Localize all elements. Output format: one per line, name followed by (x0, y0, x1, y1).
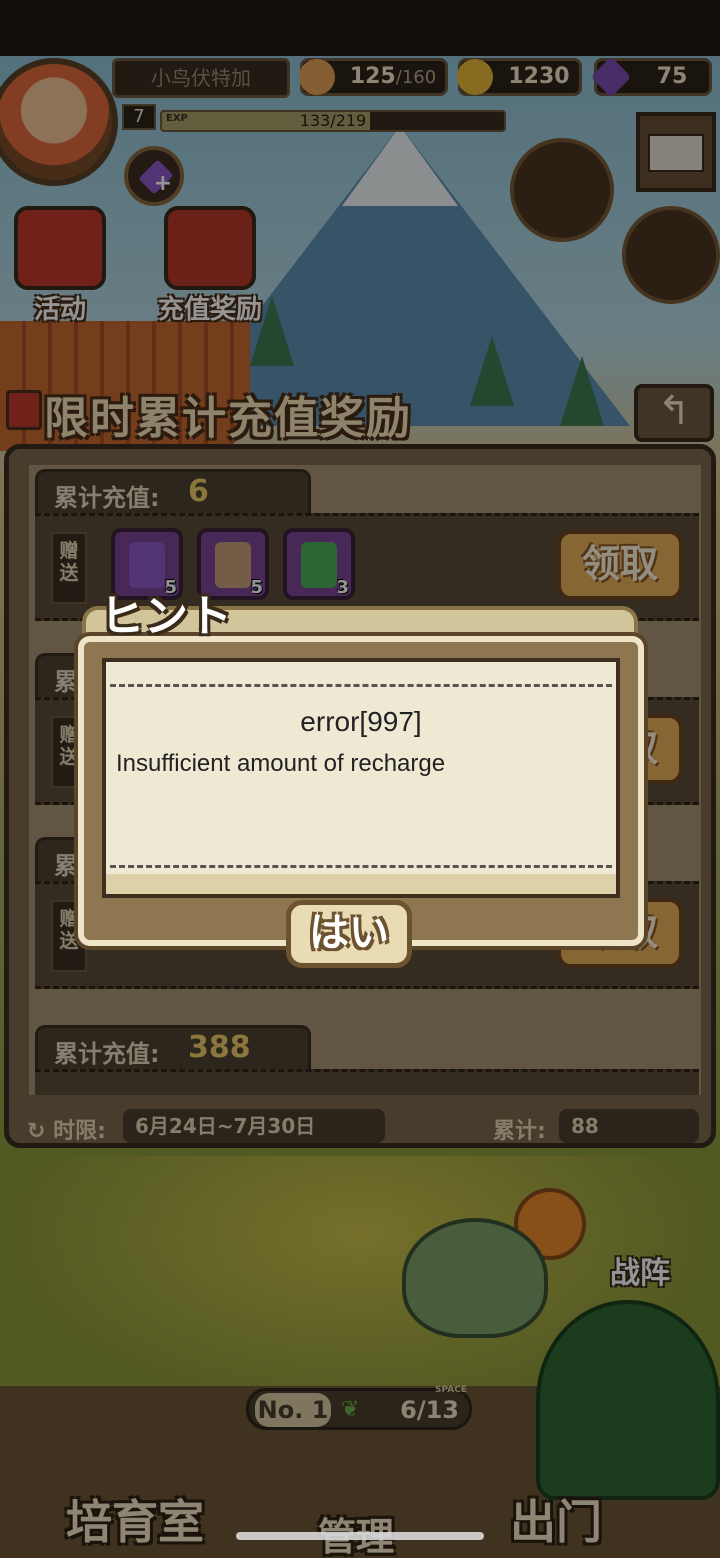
error-message: Insufficient amount of recharge (116, 750, 446, 777)
error-code: error[997] (300, 706, 422, 737)
home-indicator[interactable] (236, 1532, 484, 1540)
divider (110, 865, 612, 868)
divider (110, 684, 612, 687)
dialog-title: ヒント (100, 591, 232, 642)
paper-band (106, 874, 616, 894)
dialog-paper: error[997] Insufficient amount of rechar… (102, 658, 620, 898)
ok-button[interactable]: はい (286, 900, 412, 968)
